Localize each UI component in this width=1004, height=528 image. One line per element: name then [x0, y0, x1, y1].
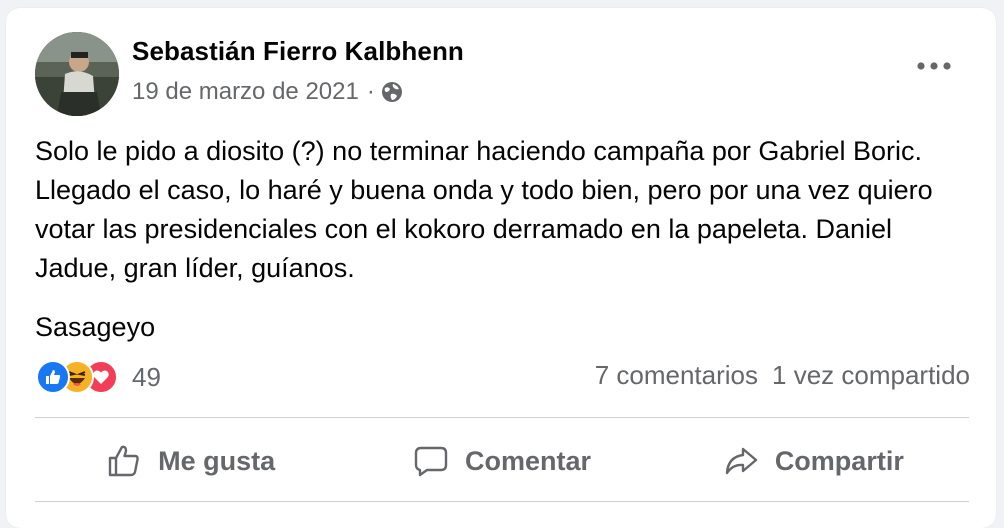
like-button[interactable]: Me gusta	[35, 420, 346, 502]
globe-icon[interactable]	[381, 81, 403, 103]
post-body: Solo le pido a diosito (?) no terminar h…	[35, 132, 965, 347]
comment-button[interactable]: Comentar	[346, 420, 657, 502]
action-bar: Me gusta Comentar Compartir	[35, 420, 969, 502]
profile-photo	[35, 32, 119, 116]
share-button[interactable]: Compartir	[658, 420, 969, 502]
more-options-button[interactable]	[914, 56, 954, 76]
share-label: Compartir	[774, 445, 904, 476]
comments-count-link[interactable]: 7 comentarios	[595, 360, 758, 391]
post-card: Sebastián Fierro Kalbhenn 19 de marzo de…	[6, 8, 996, 528]
post-stats: 7 comentarios 1 vez compartido	[595, 360, 970, 391]
author-name[interactable]: Sebastián Fierro Kalbhenn	[132, 36, 464, 67]
comment-bubble-icon	[414, 446, 448, 477]
post-paragraph: Solo le pido a diosito (?) no terminar h…	[35, 136, 933, 283]
reaction-count: 49	[132, 361, 161, 392]
post-date[interactable]: 19 de marzo de 2021	[132, 78, 359, 106]
like-label: Me gusta	[158, 445, 276, 476]
share-arrow-icon	[725, 447, 758, 475]
shares-count-link[interactable]: 1 vez compartido	[772, 360, 970, 391]
ellipsis-icon	[917, 62, 951, 70]
comment-label: Comentar	[464, 445, 591, 476]
divider	[35, 501, 969, 502]
post-paragraph: Sasageyo	[35, 312, 156, 342]
post-meta: 19 de marzo de 2021 ·	[132, 78, 403, 106]
thumbs-up-icon	[108, 445, 139, 477]
meta-separator: ·	[366, 78, 375, 105]
reaction-summary[interactable]: 49	[36, 359, 161, 395]
avatar[interactable]	[35, 32, 119, 116]
like-reaction-icon	[36, 360, 70, 394]
divider	[35, 417, 969, 418]
